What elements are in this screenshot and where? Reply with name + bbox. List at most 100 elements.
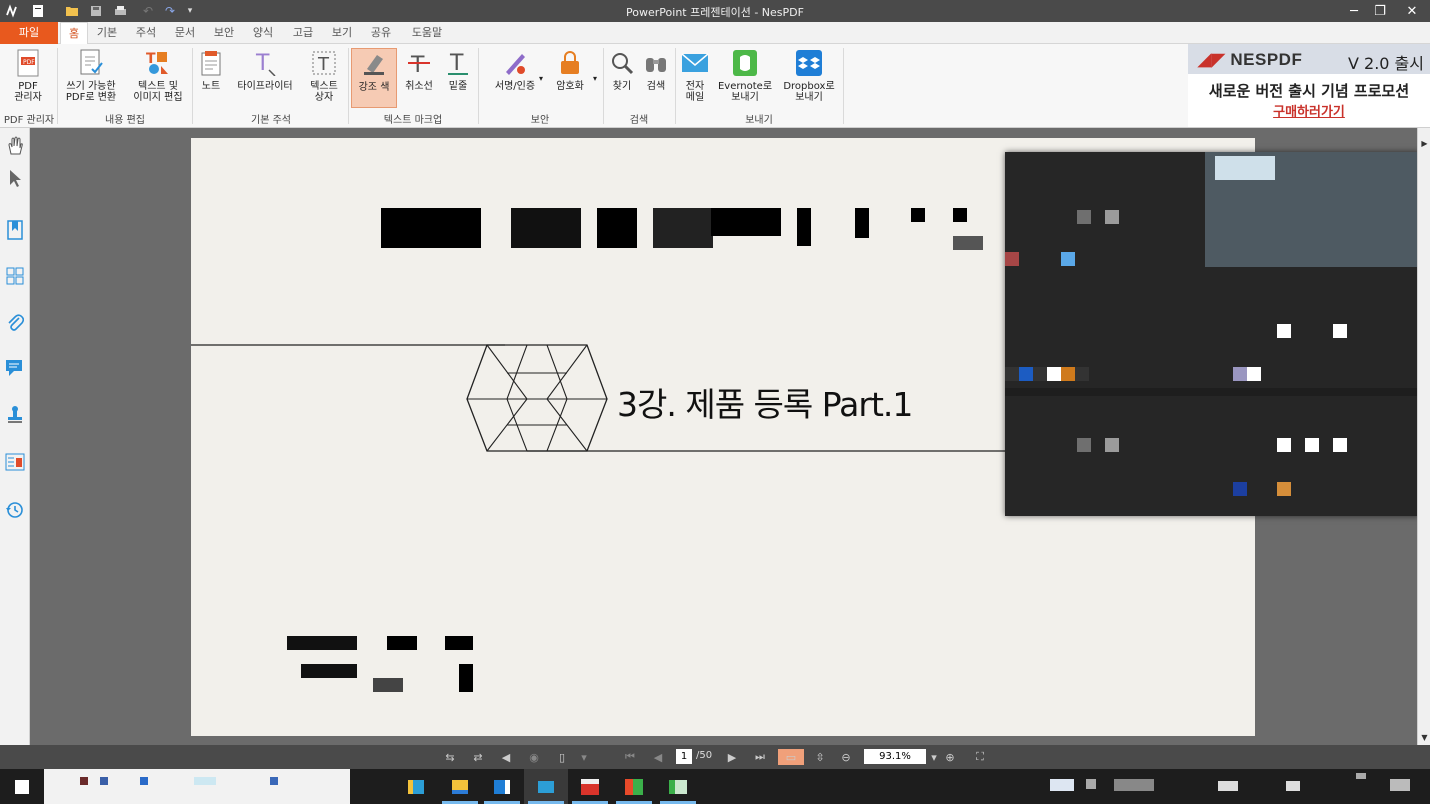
zoom-in-icon[interactable]: ⊕	[942, 749, 958, 765]
zoom-out-icon[interactable]: ⊖	[838, 749, 854, 765]
form-fields-panel-icon[interactable]	[5, 452, 25, 472]
promo-banner[interactable]: ◢◤ NESPDF V 2.0 출시 새로운 버전 출시 기념 프로모션 구매하…	[1188, 44, 1430, 128]
last-page-icon[interactable]: ⏭	[752, 749, 768, 765]
rotate-left-icon[interactable]: ◀	[498, 749, 514, 765]
scroll-down-arrow-icon[interactable]: ▼	[1418, 730, 1430, 744]
tray-icon[interactable]	[1086, 779, 1096, 789]
single-page-icon[interactable]: ▯	[554, 749, 570, 765]
tab-file[interactable]: 파일	[0, 22, 58, 44]
tray-clock-icon[interactable]	[1218, 781, 1238, 791]
hand-tool-icon[interactable]	[5, 136, 25, 156]
group-separator	[603, 48, 604, 124]
highlight-button[interactable]: 강조 색	[351, 48, 397, 108]
group-label-text-markup: 텍스트 마크업	[383, 115, 443, 126]
tab-share[interactable]: 공유	[366, 22, 396, 44]
continuous-scroll-icon[interactable]: ⇳	[812, 749, 828, 765]
taskbar-app-7-icon[interactable]	[656, 769, 700, 804]
redacted-block	[1233, 367, 1247, 381]
taskbar-search-box[interactable]	[44, 769, 350, 804]
close-icon[interactable]: ✕	[1396, 0, 1428, 22]
scroll-right-arrow-icon[interactable]: ▶	[1418, 136, 1430, 150]
tab-document[interactable]: 문서	[170, 22, 200, 44]
fit-width-icon[interactable]: ⇆	[442, 749, 458, 765]
thumbnails-panel-icon[interactable]	[5, 266, 25, 286]
edit-text-image-button[interactable]: T 텍스트 및 이미지 편집	[128, 48, 188, 103]
taskbar-app-5-icon[interactable]	[568, 769, 612, 804]
lock-icon	[555, 48, 585, 78]
tab-advanced[interactable]: 고급	[288, 22, 318, 44]
tab-view[interactable]: 보기	[327, 22, 357, 44]
redacted-block	[1019, 367, 1033, 381]
tab-basic[interactable]: 기본	[92, 22, 122, 44]
first-page-icon[interactable]: ⏮	[622, 749, 638, 765]
tab-form[interactable]: 양식	[248, 22, 278, 44]
taskbar-app-1-icon[interactable]	[394, 769, 438, 804]
encrypt-button[interactable]: 암호화	[552, 48, 588, 92]
redacted-block	[1105, 210, 1119, 224]
ribbon-home: PDF PDF 관리자 PDF 관리자 쓰기 가능한 PDF로 변환 T 텍스트…	[0, 44, 1188, 128]
taskbar-app-6-icon[interactable]	[612, 769, 656, 804]
tray-icon[interactable]	[1050, 779, 1074, 791]
encrypt-dropdown-icon[interactable]: ▾	[593, 74, 597, 83]
underline-button[interactable]: T 밑줄	[442, 48, 474, 92]
evernote-button[interactable]: Evernote로 보내기	[716, 48, 774, 103]
redacted-block	[1277, 324, 1291, 338]
group-separator	[478, 48, 479, 124]
typewriter-button[interactable]: T 타이프라이터	[232, 48, 298, 92]
previous-page-icon[interactable]: ◀	[650, 749, 666, 765]
svg-text:T: T	[255, 51, 270, 76]
tab-help[interactable]: 도움말	[405, 22, 449, 44]
group-label-pdf-manager: PDF 관리자	[3, 115, 55, 126]
fullscreen-icon[interactable]: ⛶	[972, 749, 988, 765]
group-label-search: 검색	[629, 115, 649, 126]
page-mode-dropdown-icon[interactable]: ▾	[576, 749, 592, 765]
taskbar-app-4-icon[interactable]	[524, 769, 568, 804]
sign-cert-button[interactable]: 서명/인증	[484, 48, 546, 92]
tab-home[interactable]: 홈	[60, 22, 88, 45]
next-page-icon[interactable]: ▶	[724, 749, 740, 765]
redacted-block	[797, 208, 811, 246]
notification-icon[interactable]	[1390, 779, 1410, 791]
taskbar-app-3-icon[interactable]	[480, 769, 524, 804]
comments-panel-icon[interactable]	[5, 358, 25, 378]
tab-annotation[interactable]: 주석	[131, 22, 161, 44]
promo-version: V 2.0 출시	[1347, 54, 1424, 73]
history-panel-icon[interactable]	[5, 500, 25, 520]
vertical-scrollbar[interactable]: ▶ ▼	[1417, 128, 1430, 745]
tray-icon[interactable]	[1114, 779, 1154, 791]
windows-start-icon[interactable]	[0, 769, 44, 804]
stamp-panel-icon[interactable]	[5, 404, 25, 424]
restore-icon[interactable]: ❐	[1364, 0, 1396, 22]
email-button[interactable]: 전자 메일	[678, 48, 712, 103]
redacted-block	[1247, 367, 1261, 381]
zoom-dropdown-icon[interactable]: ▾	[926, 749, 942, 765]
tab-security[interactable]: 보안	[209, 22, 239, 44]
convert-writable-pdf-button[interactable]: 쓰기 가능한 PDF로 변환	[62, 48, 120, 103]
strikeout-button[interactable]: T 취소선	[400, 48, 438, 92]
fit-page-icon[interactable]: ⇄	[470, 749, 486, 765]
attachment-panel-icon[interactable]	[5, 312, 25, 332]
page-number-input[interactable]: 1	[676, 749, 692, 764]
sign-dropdown-icon[interactable]: ▾	[539, 74, 543, 83]
tray-icon[interactable]	[1356, 773, 1366, 779]
rotate-right-icon[interactable]: ◉	[526, 749, 542, 765]
note-button[interactable]: 노트	[196, 48, 226, 92]
redacted-block	[1233, 482, 1247, 496]
dropbox-button[interactable]: Dropbox로 보내기	[780, 48, 838, 103]
textbox-button[interactable]: T 텍스트 상자	[304, 48, 344, 103]
pdf-manager-button[interactable]: PDF PDF 관리자	[6, 48, 50, 103]
bookmark-panel-icon[interactable]	[5, 220, 25, 240]
taskbar-file-explorer-icon[interactable]	[438, 769, 482, 804]
zoom-input[interactable]: 93.1%	[864, 749, 926, 764]
find-button[interactable]: 찾기	[607, 48, 637, 92]
redacted-block	[1047, 367, 1061, 381]
search-button[interactable]: 검색	[640, 48, 672, 92]
redacted-block	[373, 678, 403, 692]
redacted-block	[1061, 367, 1075, 381]
redacted-block	[1277, 482, 1291, 496]
tray-icon[interactable]	[1286, 781, 1300, 791]
buy-link[interactable]: 구매하러가기	[1188, 101, 1430, 120]
select-arrow-icon[interactable]	[5, 168, 25, 188]
page-layout-icon[interactable]: ▭	[778, 749, 804, 765]
popup-window[interactable]	[1005, 152, 1420, 516]
